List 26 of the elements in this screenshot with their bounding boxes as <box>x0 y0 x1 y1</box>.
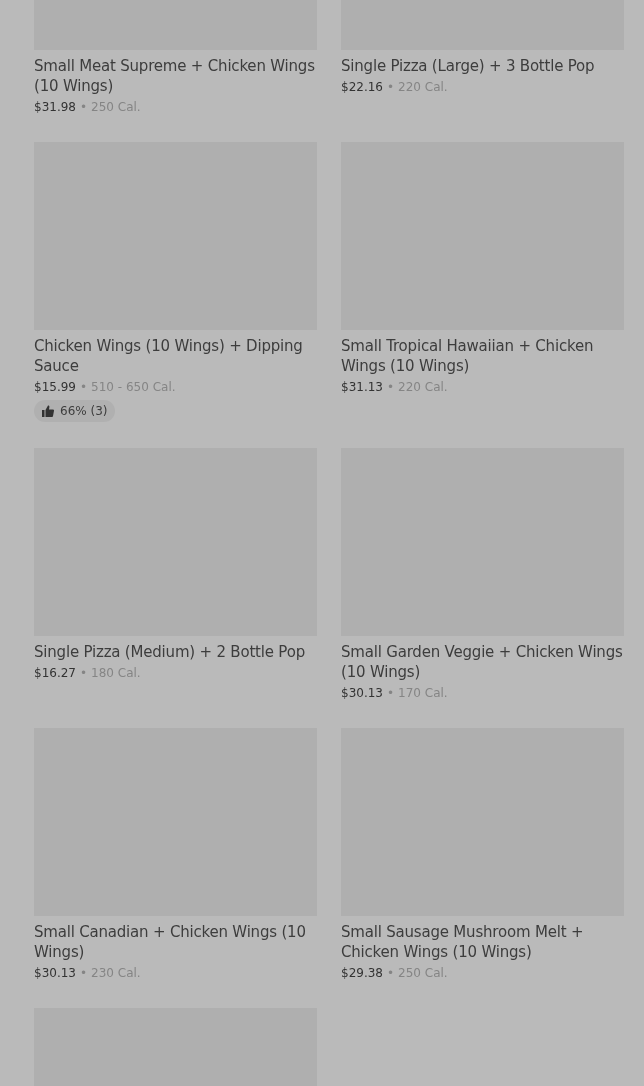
item-price: $16.27 <box>34 665 76 682</box>
item-price: $30.13 <box>341 685 383 702</box>
separator-dot: • <box>80 99 88 116</box>
item-price: $29.38 <box>341 965 383 982</box>
rating-badge: 66% (3) <box>34 400 116 422</box>
item-title: Small Garden Veggie + Chicken Wings (10 Wings) <box>341 642 624 682</box>
separator-dot: • <box>387 965 395 982</box>
item-title: Single Pizza (Large) + 3 Bottle Pop <box>341 56 596 76</box>
thumbs-up-icon <box>42 405 54 417</box>
item-title: Small Sausage Mushroom Melt + Chicken Wings (10 Wings) <box>341 922 585 962</box>
item-title: Small Tropical Hawaiian + Chicken Wings (10 Wings) <box>341 336 595 376</box>
item-price: $31.13 <box>341 379 383 396</box>
separator-dot: • <box>80 379 88 396</box>
separator-dot: • <box>387 379 395 396</box>
separator-dot: • <box>80 665 88 682</box>
separator-dot: • <box>387 685 395 702</box>
separator-dot: • <box>387 79 395 96</box>
item-price: $22.16 <box>341 79 383 96</box>
item-price: $30.13 <box>34 965 76 982</box>
item-title: Chicken Wings (10 Wings) + Dipping Sauce <box>34 336 304 376</box>
item-price: $31.98 <box>34 99 76 116</box>
item-title: Small Meat Supreme + Chicken Wings (10 Wings) <box>34 56 316 96</box>
item-price: $15.99 <box>34 379 76 396</box>
item-title: Small Canadian + Chicken Wings (10 Wings) <box>34 922 307 962</box>
item-title: Single Pizza (Medium) + 2 Bottle Pop <box>34 642 306 662</box>
separator-dot: • <box>80 965 88 982</box>
